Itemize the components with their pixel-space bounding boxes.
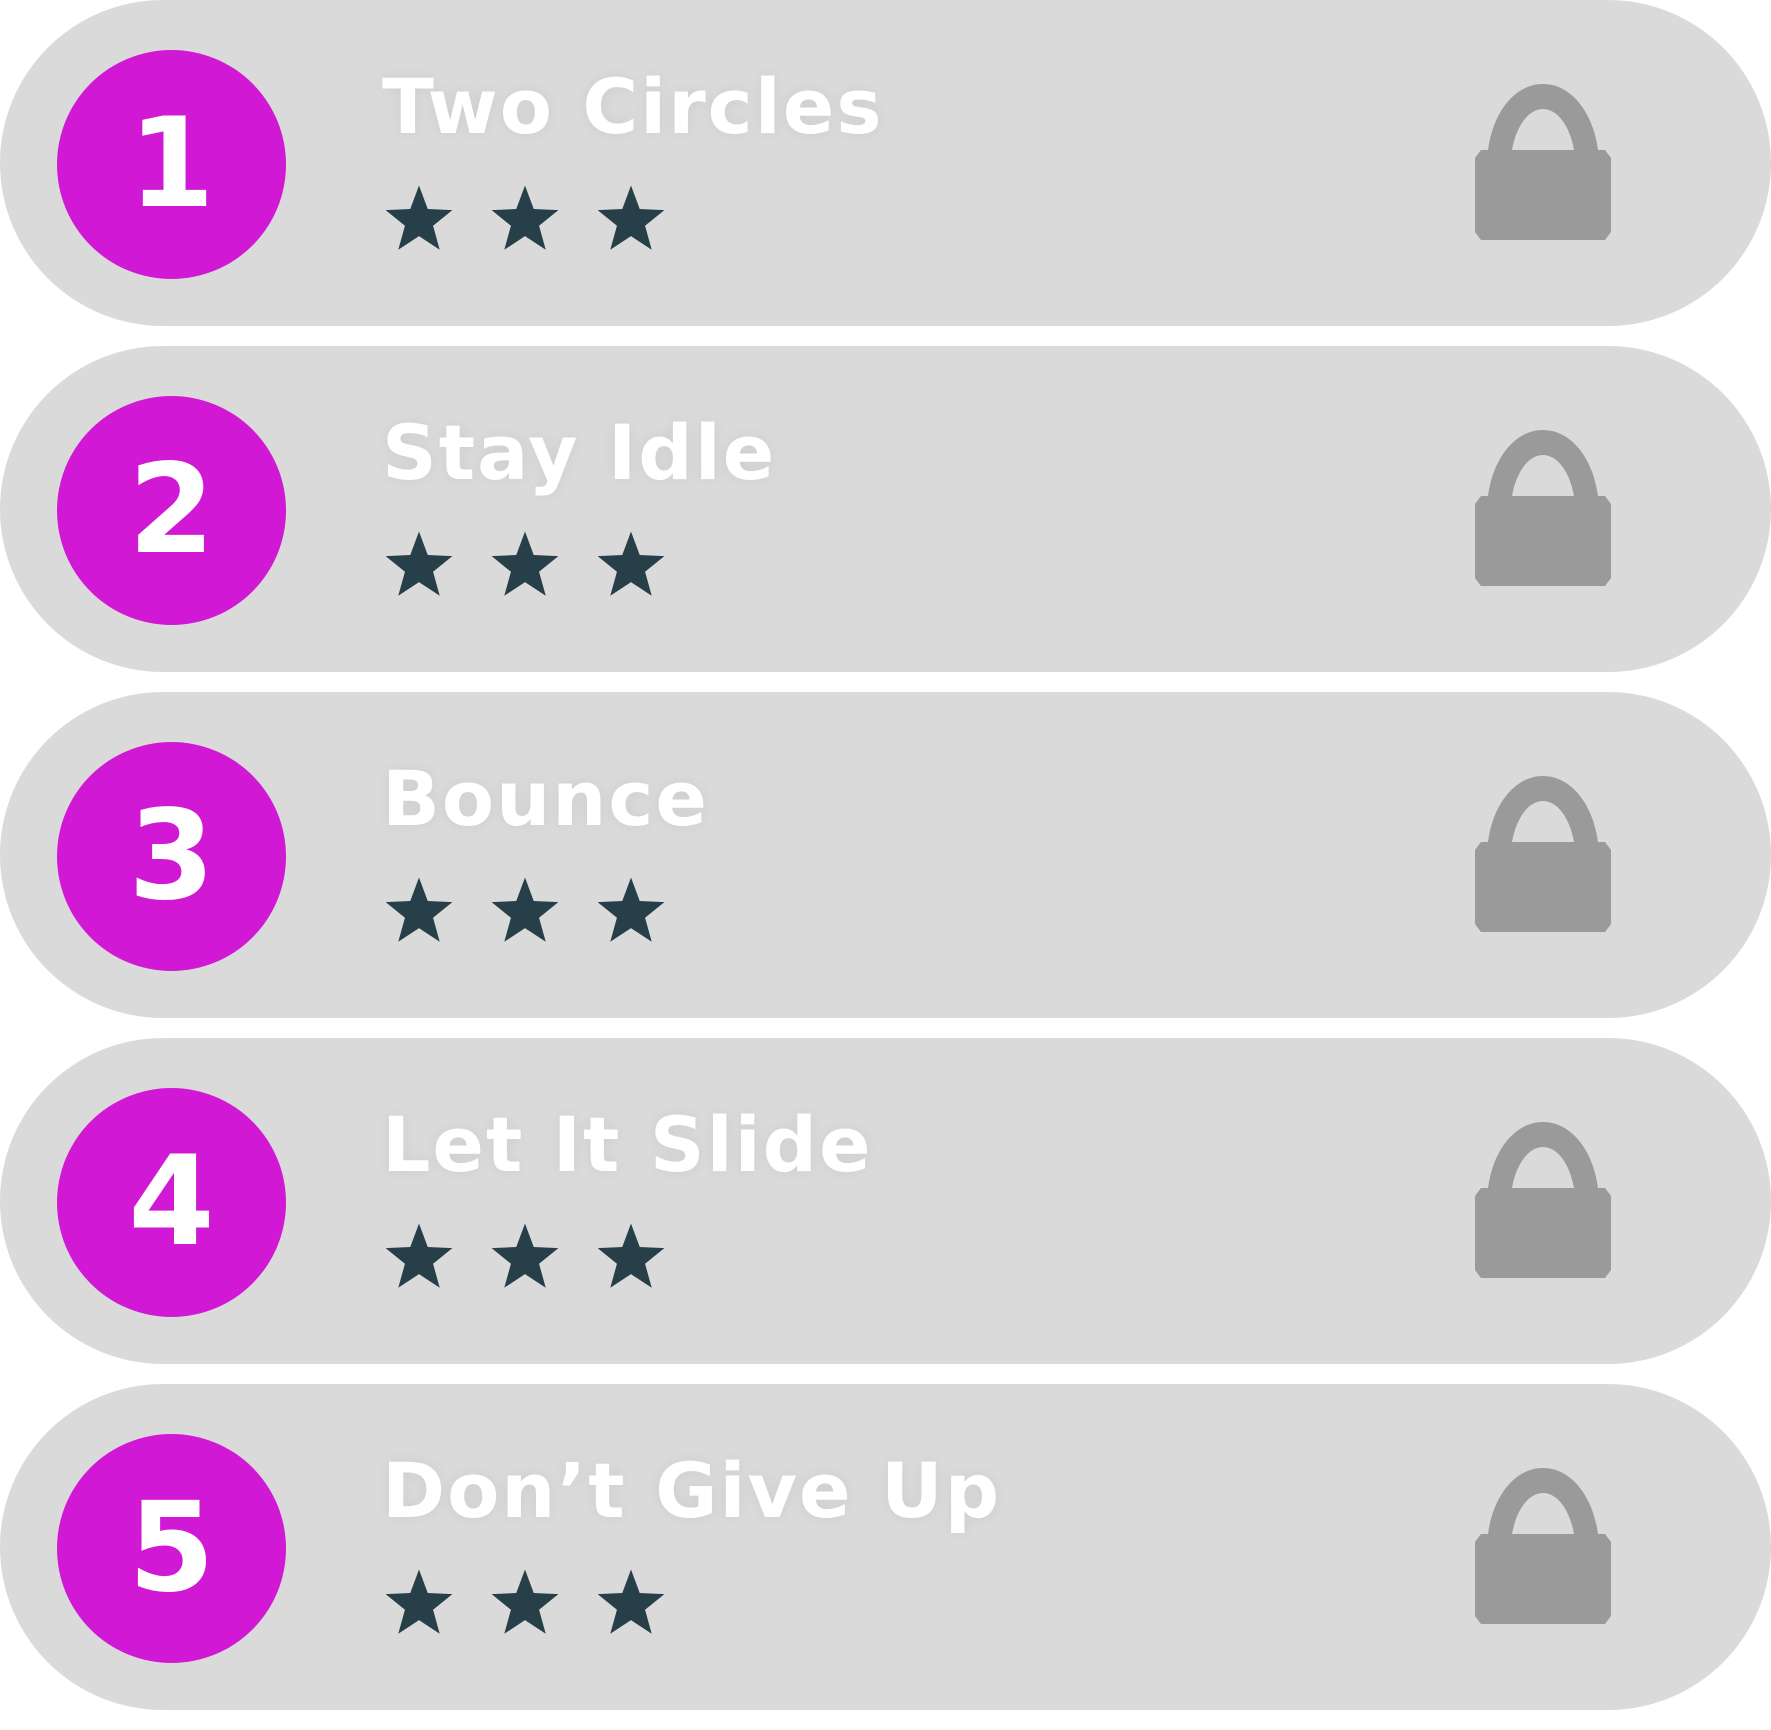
star-icon — [597, 1223, 665, 1288]
star-icon — [597, 531, 665, 596]
level-row-4[interactable]: 4 Let It Slide — [0, 1038, 1771, 1364]
level-title: Let It Slide — [382, 1100, 873, 1189]
level-title: Two Circles — [382, 62, 884, 151]
star-icon — [597, 1569, 665, 1634]
level-row-3[interactable]: 3 Bounce — [0, 692, 1771, 1018]
level-number-badge: 5 — [57, 1434, 286, 1663]
lock-icon — [1475, 776, 1611, 932]
lock-icon — [1475, 1468, 1611, 1624]
level-title: Stay Idle — [382, 408, 777, 497]
level-number-badge: 3 — [57, 742, 286, 971]
level-number-badge: 1 — [57, 50, 286, 279]
lock-icon — [1475, 1122, 1611, 1278]
star-icon — [385, 1223, 453, 1288]
star-icon — [491, 1223, 559, 1288]
star-icon — [491, 1569, 559, 1634]
level-row-5[interactable]: 5 Don’t Give Up — [0, 1384, 1771, 1710]
star-icon — [491, 185, 559, 250]
level-row-2[interactable]: 2 Stay Idle — [0, 346, 1771, 672]
lock-icon — [1475, 430, 1611, 586]
level-title: Bounce — [382, 754, 709, 843]
level-number-badge: 4 — [57, 1088, 286, 1317]
star-icon — [385, 877, 453, 942]
star-icon — [491, 531, 559, 596]
level-row-1[interactable]: 1 Two Circles — [0, 0, 1771, 326]
star-icon — [597, 877, 665, 942]
level-title: Don’t Give Up — [382, 1446, 1002, 1535]
star-icon — [385, 531, 453, 596]
star-icon — [491, 877, 559, 942]
level-number-badge: 2 — [57, 396, 286, 625]
star-icon — [385, 1569, 453, 1634]
lock-icon — [1475, 84, 1611, 240]
star-icon — [597, 185, 665, 250]
level-list: 1 Two Circles 2 Stay Idle 3 Bounce 4 Let… — [0, 0, 1771, 1730]
star-icon — [385, 185, 453, 250]
